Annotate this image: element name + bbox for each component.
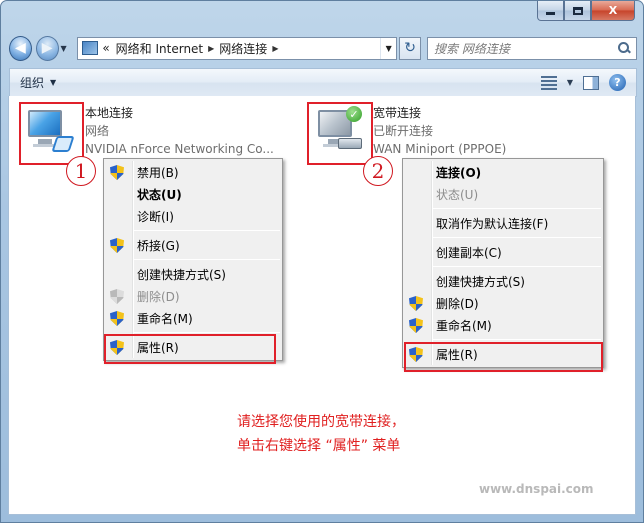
search-box[interactable]: 搜索 网络连接 — [427, 36, 638, 60]
navigation-bar: ◀ ▶ ▼ « 网络和 Internet ▶ 网络连接 ▶ ▼ ↻ 搜索 网络连… — [9, 32, 638, 64]
menu-item-cancel-default[interactable]: 取消作为默认连接(F) — [403, 212, 603, 234]
breadcrumb-network-internet[interactable]: 网络和 Internet — [116, 40, 203, 57]
menu-item-disable[interactable]: 禁用(B) — [104, 161, 282, 183]
uac-shield-icon — [409, 296, 423, 311]
organize-menu-button[interactable]: 组织 ▼ — [20, 74, 56, 91]
instruction-line-1: 请选择您使用的宽带连接， — [237, 414, 405, 430]
uac-shield-icon — [110, 165, 124, 180]
search-icon[interactable] — [617, 41, 631, 55]
menu-item-diagnose[interactable]: 诊断(I) — [104, 205, 282, 227]
uac-shield-icon — [110, 311, 124, 326]
menu-item-delete: 删除(D) — [104, 285, 282, 307]
step-marker-2: 2 — [363, 156, 393, 186]
back-button[interactable]: ◀ — [9, 35, 32, 61]
menu-item-connect[interactable]: 连接(O) — [403, 161, 603, 183]
recent-pages-dropdown[interactable]: ▼ — [61, 44, 72, 53]
breadcrumb-prefix[interactable]: « — [102, 41, 109, 55]
context-menu-broadband: 连接(O) 状态(U) 取消作为默认连接(F) 创建副本(C) 创建快捷方式(S… — [402, 158, 604, 368]
menu-separator — [433, 208, 601, 209]
context-menu-local: 禁用(B) 状态(U) 诊断(I) 桥接(G) 创建快捷方式(S) 删除(D) … — [103, 158, 283, 361]
maximize-icon — [572, 6, 583, 15]
breadcrumb-separator-icon[interactable]: ▶ — [272, 44, 278, 53]
refresh-button[interactable]: ↻ — [399, 36, 422, 60]
connection-device: NVIDIA nForce Networking Co... — [85, 142, 274, 156]
instruction-line-2: 单击右键选择 “属性” 菜单 — [237, 438, 401, 454]
connection-name: 宽带连接 — [373, 106, 422, 120]
menu-item-delete[interactable]: 删除(D) — [403, 292, 603, 314]
step-marker-1: 1 — [66, 156, 96, 186]
minimize-icon — [546, 12, 555, 15]
menu-item-status[interactable]: 状态(U) — [104, 183, 282, 205]
chevron-down-icon: ▼ — [50, 78, 57, 87]
menu-separator — [134, 332, 280, 333]
menu-item-rename[interactable]: 重命名(M) — [403, 314, 603, 336]
refresh-icon: ↻ — [404, 40, 416, 56]
highlight-box-broadband — [307, 102, 373, 165]
breadcrumb-network-connections[interactable]: 网络连接 — [219, 40, 267, 57]
uac-shield-icon — [110, 289, 124, 304]
connection-details-local: 本地连接 网络 NVIDIA nForce Networking Co... — [85, 104, 274, 158]
connection-device: WAN Miniport (PPPOE) — [373, 142, 507, 156]
control-panel-icon — [82, 41, 99, 55]
menu-separator — [134, 259, 280, 260]
change-view-icon[interactable] — [540, 75, 557, 90]
search-input[interactable]: 搜索 网络连接 — [434, 40, 510, 57]
menu-item-status: 状态(U) — [436, 187, 479, 202]
organize-label: 组织 — [20, 76, 45, 90]
caption-buttons: X — [537, 1, 635, 23]
address-bar[interactable]: « 网络和 Internet ▶ 网络连接 ▶ ▼ — [77, 36, 398, 60]
maximize-button[interactable] — [564, 1, 591, 21]
connection-status: 网络 — [85, 124, 110, 138]
connection-status: 已断开连接 — [373, 124, 434, 138]
menu-separator — [433, 237, 601, 238]
watermark-text: www.dnspai.com — [479, 482, 594, 496]
highlight-box-local — [19, 102, 84, 165]
close-button[interactable]: X — [591, 1, 635, 21]
menu-item-create-shortcut[interactable]: 创建快捷方式(S) — [104, 263, 282, 285]
help-icon[interactable]: ? — [609, 74, 626, 91]
close-icon: X — [608, 4, 618, 17]
highlight-box-properties-broadband — [404, 342, 603, 372]
connection-details-broadband: 宽带连接 已断开连接 WAN Miniport (PPPOE) — [373, 104, 506, 158]
highlight-box-properties-local — [104, 334, 276, 364]
command-bar: 组织 ▼ ▼ ? — [9, 68, 637, 97]
menu-separator — [433, 266, 601, 267]
menu-item-create-copy[interactable]: 创建副本(C) — [403, 241, 603, 263]
address-dropdown-icon[interactable]: ▼ — [380, 37, 396, 59]
forward-button[interactable]: ▶ — [35, 35, 59, 61]
uac-shield-icon — [409, 318, 423, 333]
back-arrow-icon: ◀ — [14, 40, 26, 56]
menu-item-bridge[interactable]: 桥接(G) — [104, 234, 282, 256]
menu-separator — [433, 339, 601, 340]
uac-shield-icon — [110, 238, 124, 253]
preview-pane-icon[interactable] — [583, 75, 599, 90]
menu-separator — [134, 230, 280, 231]
menu-item-rename[interactable]: 重命名(M) — [104, 307, 282, 329]
minimize-button[interactable] — [537, 1, 564, 21]
breadcrumb-separator-icon[interactable]: ▶ — [208, 44, 214, 53]
connection-name: 本地连接 — [85, 106, 134, 120]
instruction-note: 请选择您使用的宽带连接， 单击右键选择 “属性” 菜单 — [237, 410, 477, 458]
forward-arrow-icon: ▶ — [41, 40, 53, 56]
menu-item-create-shortcut[interactable]: 创建快捷方式(S) — [403, 270, 603, 292]
view-options-dropdown-icon[interactable]: ▼ — [567, 78, 573, 87]
